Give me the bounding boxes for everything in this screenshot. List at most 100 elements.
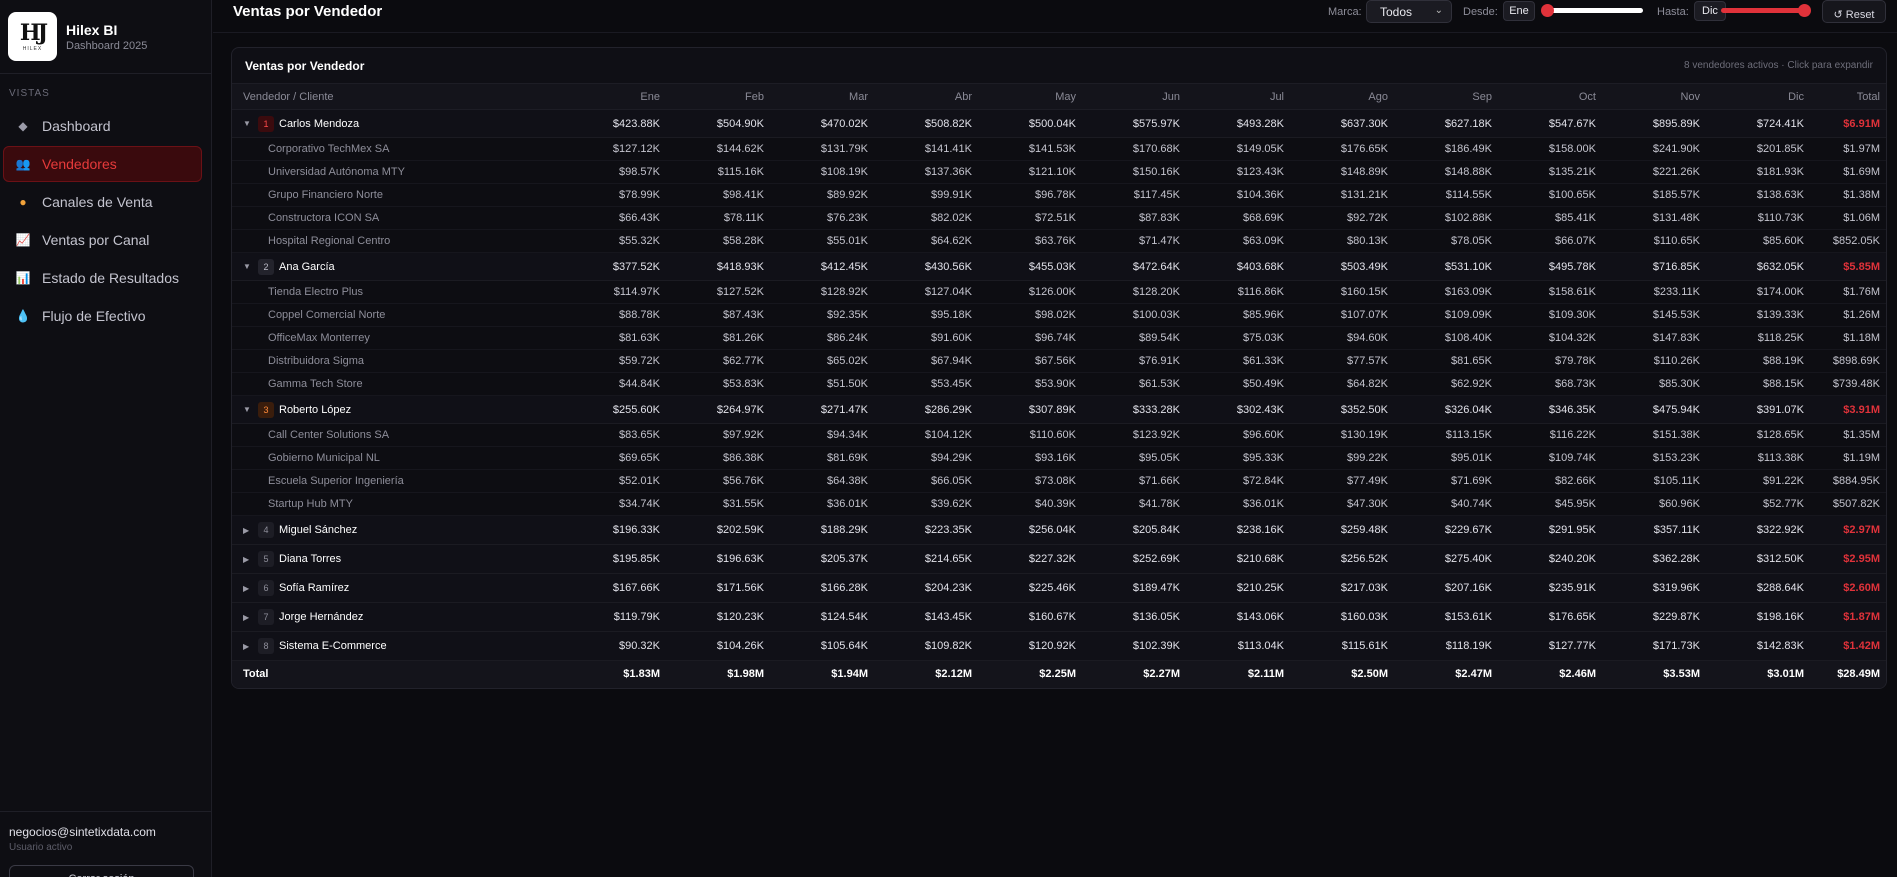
client-row: Startup Hub MTY $34.74K $31.55K $36.01K $39.… — [232, 492, 1886, 516]
caret-right-icon[interactable]: ▶ — [243, 642, 255, 651]
month-value-cell: $171.56K — [668, 573, 772, 603]
column-header[interactable]: Nov — [1604, 83, 1708, 110]
column-header[interactable]: Mar — [772, 83, 876, 110]
logout-button[interactable]: Cerrar sesión — [9, 865, 194, 877]
sales-by-seller-card: Ventas por Vendedor 8 vendedores activos… — [231, 47, 1887, 689]
month-value-cell: $75.03K — [1188, 326, 1292, 350]
month-value-cell: $508.82K — [876, 109, 980, 138]
row-total-cell: $852.05K — [1812, 229, 1886, 253]
column-header[interactable]: Feb — [668, 83, 772, 110]
month-value-cell: $233.11K — [1604, 280, 1708, 304]
brand-select[interactable]: Todos ⌄ — [1366, 0, 1452, 23]
seller-name: Ana García — [279, 260, 335, 273]
sidebar-item-vendedores[interactable]: 👥 Vendedores — [3, 146, 202, 182]
seller-row[interactable]: ▼ 1 Carlos Mendoza $423.88K $504.90K $470.02K… — [232, 109, 1886, 138]
caret-down-icon[interactable]: ▼ — [243, 262, 255, 271]
month-value-cell: $170.68K — [1084, 137, 1188, 161]
seller-cell[interactable]: ▶ 8 Sistema E-Commerce — [232, 631, 564, 661]
month-value-cell: $96.78K — [980, 183, 1084, 207]
seller-cell[interactable]: ▼ 3 Roberto López — [232, 395, 564, 424]
seller-cell[interactable]: ▼ 2 Ana García — [232, 252, 564, 281]
month-value-cell: $115.16K — [668, 160, 772, 184]
column-header[interactable]: Ene — [564, 83, 668, 110]
month-value-cell: $108.40K — [1396, 326, 1500, 350]
month-value-cell: $109.30K — [1500, 303, 1604, 327]
user-email: negocios@sintetixdata.com — [9, 825, 156, 839]
to-month-slider[interactable] — [1721, 4, 1811, 17]
month-value-cell: $186.49K — [1396, 137, 1500, 161]
month-value-cell: $53.83K — [668, 372, 772, 396]
month-value-cell: $259.48K — [1292, 515, 1396, 545]
seller-row[interactable]: ▶ 7 Jorge Hernández $119.79K $120.23K $124.54… — [232, 602, 1886, 632]
seller-cell[interactable]: ▶ 7 Jorge Hernández — [232, 602, 564, 632]
month-value-cell: $102.39K — [1084, 631, 1188, 661]
seller-row[interactable]: ▶ 6 Sofía Ramírez $167.66K $171.56K $166.28K $… — [232, 573, 1886, 603]
column-header[interactable]: Sep — [1396, 83, 1500, 110]
client-row: Universidad Autónoma MTY $98.57K $115.16K $… — [232, 160, 1886, 184]
column-header[interactable]: Dic — [1708, 83, 1812, 110]
diamond-icon: ◆ — [18, 119, 28, 133]
month-value-cell: $148.88K — [1396, 160, 1500, 184]
column-header[interactable]: Oct — [1500, 83, 1604, 110]
seller-cell[interactable]: ▼ 1 Carlos Mendoza — [232, 109, 564, 138]
client-name: Startup Hub MTY — [232, 492, 564, 516]
month-value-cell: $113.38K — [1708, 446, 1812, 470]
caret-down-icon[interactable]: ▼ — [243, 405, 255, 414]
sidebar-item-ventas-por-canal[interactable]: 📈 Ventas por Canal — [3, 222, 202, 258]
seller-row[interactable]: ▼ 3 Roberto López $255.60K $264.97K $271.47K $… — [232, 395, 1886, 424]
month-value-cell: $71.69K — [1396, 469, 1500, 493]
caret-right-icon[interactable]: ▶ — [243, 526, 255, 535]
column-header[interactable]: Jul — [1188, 83, 1292, 110]
month-value-cell: $160.15K — [1292, 280, 1396, 304]
seller-row[interactable]: ▶ 8 Sistema E-Commerce $90.32K $104.26K $105.… — [232, 631, 1886, 661]
month-value-cell: $147.83K — [1604, 326, 1708, 350]
month-value-cell: $255.60K — [564, 395, 668, 424]
month-value-cell: $116.86K — [1188, 280, 1292, 304]
month-value-cell: $256.52K — [1292, 544, 1396, 574]
caret-right-icon[interactable]: ▶ — [243, 613, 255, 622]
reset-button[interactable]: ↺ Reset — [1822, 0, 1886, 23]
rank-badge: 4 — [258, 522, 274, 538]
column-header[interactable]: Jun — [1084, 83, 1188, 110]
column-header[interactable]: May — [980, 83, 1084, 110]
month-value-cell: $141.53K — [980, 137, 1084, 161]
month-value-cell: $64.38K — [772, 469, 876, 493]
caret-right-icon[interactable]: ▶ — [243, 584, 255, 593]
sidebar-item-estado-de-resultados[interactable]: 📊 Estado de Resultados — [3, 260, 202, 296]
sidebar-item-flujo-de-efectivo[interactable]: 💧 Flujo de Efectivo — [3, 298, 202, 334]
month-value-cell: $58.28K — [668, 229, 772, 253]
total-row: Total $1.83M $1.98M $1.94M $2.12M $2.25M $2.27… — [232, 660, 1886, 688]
total-value-cell: $3.01M — [1708, 660, 1812, 688]
month-value-cell: $181.93K — [1708, 160, 1812, 184]
seller-row[interactable]: ▶ 4 Miguel Sánchez $196.33K $202.59K $188.29K… — [232, 515, 1886, 545]
from-slider-handle[interactable] — [1541, 4, 1554, 17]
seller-row[interactable]: ▼ 2 Ana García $377.52K $418.93K $412.45K $430… — [232, 252, 1886, 281]
row-total-cell: $2.95M — [1812, 544, 1886, 574]
month-value-cell: $36.01K — [1188, 492, 1292, 516]
month-value-cell: $72.84K — [1188, 469, 1292, 493]
row-total-cell: $1.87M — [1812, 602, 1886, 632]
seller-cell[interactable]: ▶ 6 Sofía Ramírez — [232, 573, 564, 603]
to-slider-handle[interactable] — [1798, 4, 1811, 17]
column-header[interactable]: Total — [1812, 83, 1886, 110]
from-month-slider[interactable] — [1541, 4, 1643, 17]
column-header[interactable]: Abr — [876, 83, 980, 110]
rank-badge: 6 — [258, 580, 274, 596]
sidebar-item-canales-de-venta[interactable]: ● Canales de Venta — [3, 184, 202, 220]
client-row: Corporativo TechMex SA $127.12K $144.62K $1… — [232, 137, 1886, 161]
month-value-cell: $52.77K — [1708, 492, 1812, 516]
client-name: Tienda Electro Plus — [232, 280, 564, 304]
seller-name: Carlos Mendoza — [279, 117, 360, 130]
caret-down-icon[interactable]: ▼ — [243, 119, 255, 128]
brand-select-value: Todos — [1380, 5, 1413, 19]
seller-cell[interactable]: ▶ 4 Miguel Sánchez — [232, 515, 564, 545]
caret-right-icon[interactable]: ▶ — [243, 555, 255, 564]
column-header[interactable]: Ago — [1292, 83, 1396, 110]
seller-cell[interactable]: ▶ 5 Diana Torres — [232, 544, 564, 574]
month-value-cell: $210.68K — [1188, 544, 1292, 574]
month-value-cell: $67.56K — [980, 349, 1084, 373]
total-value-cell: $3.53M — [1604, 660, 1708, 688]
seller-row[interactable]: ▶ 5 Diana Torres $195.85K $196.63K $205.37K $2… — [232, 544, 1886, 574]
sidebar-item-dashboard[interactable]: ◆ Dashboard — [3, 108, 202, 144]
month-value-cell: $47.30K — [1292, 492, 1396, 516]
